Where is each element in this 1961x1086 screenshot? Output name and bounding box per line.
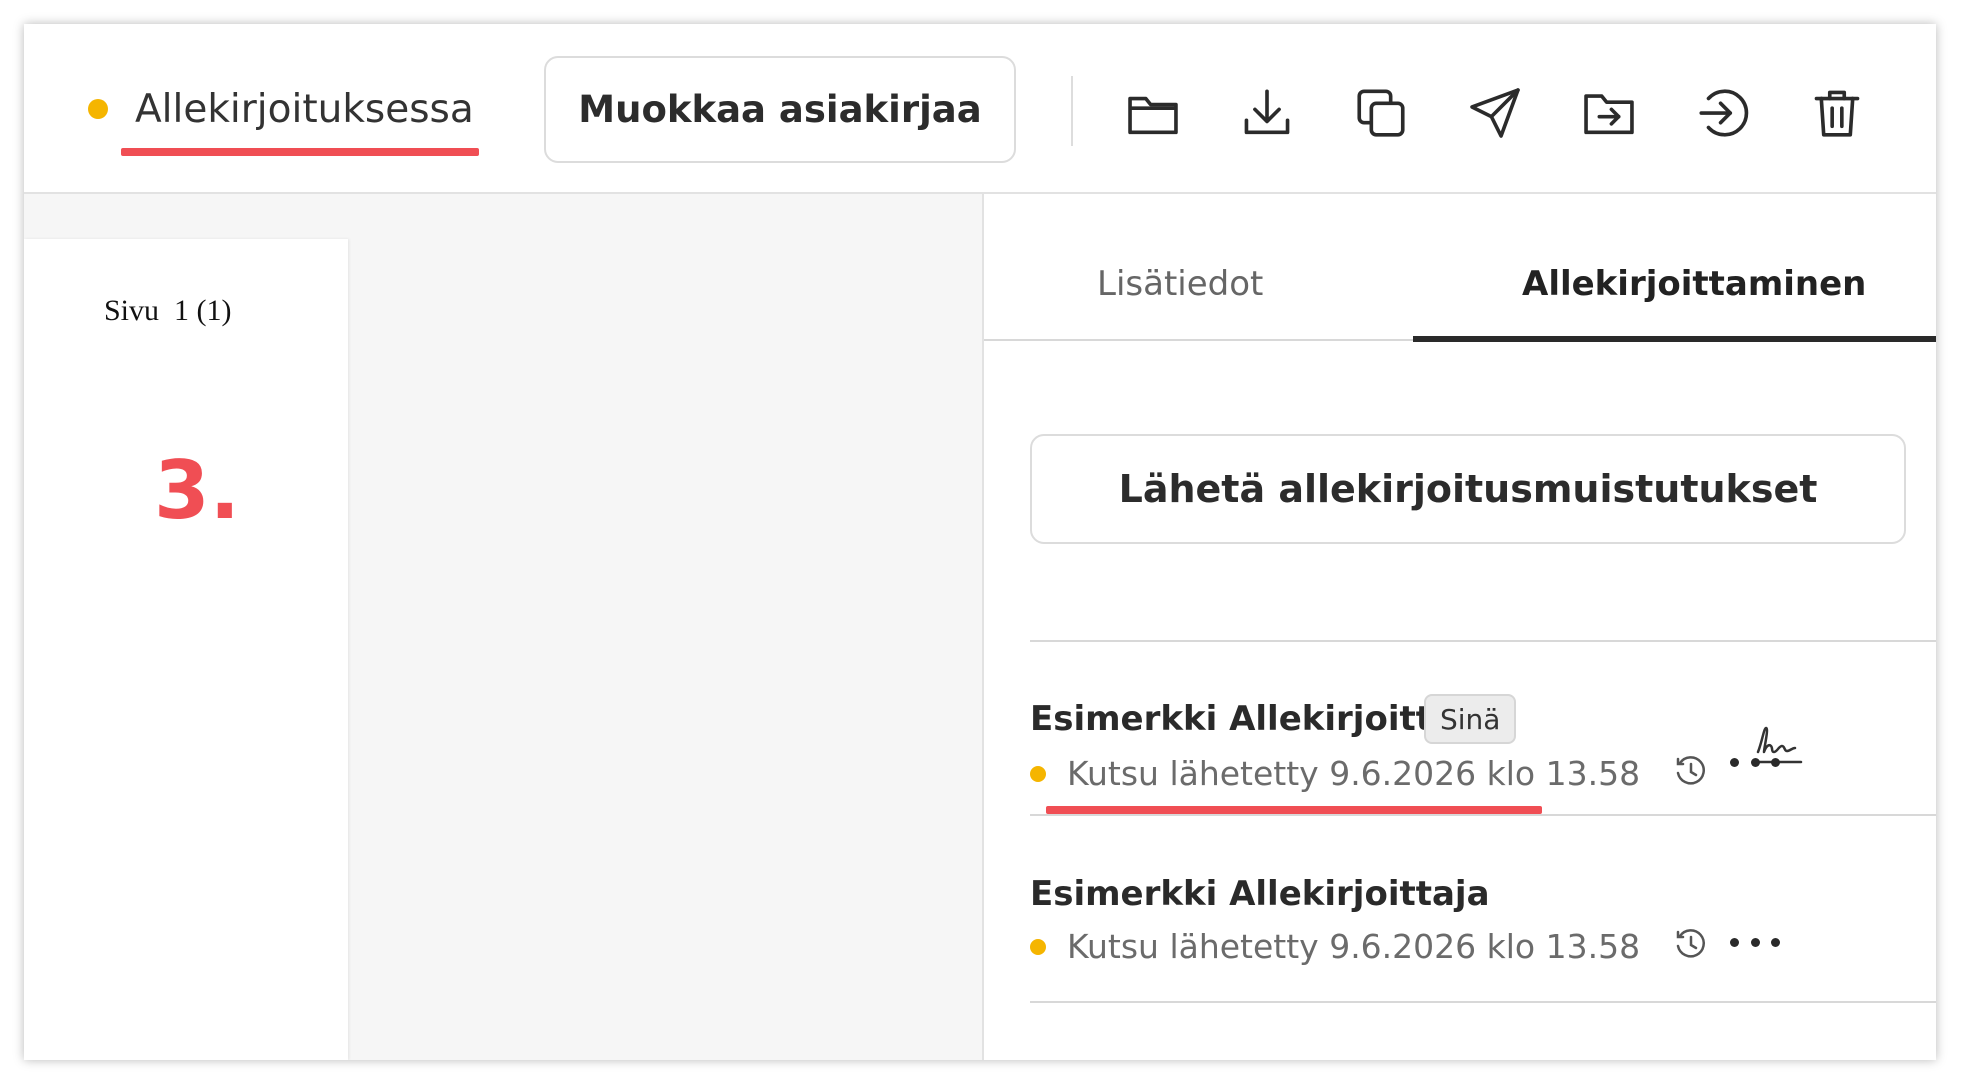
status-dot-icon xyxy=(1030,938,1046,955)
history-icon[interactable] xyxy=(1674,754,1708,788)
list-divider xyxy=(1030,640,1936,642)
app-window: Allekirjoituksessa Muokkaa asiakirjaa Si… xyxy=(24,24,1936,1060)
top-bar: Allekirjoituksessa Muokkaa asiakirjaa xyxy=(24,24,1936,194)
status-highlight-underline xyxy=(1046,806,1542,814)
signer-status: Kutsu lähetetty 9.6.2026 klo 13.58 xyxy=(1030,927,1640,966)
folder-icon[interactable] xyxy=(1122,82,1184,144)
history-icon[interactable] xyxy=(1674,927,1708,961)
move-to-folder-icon[interactable] xyxy=(1578,82,1640,144)
send-icon[interactable] xyxy=(1464,82,1526,144)
invitation-sent-text: Kutsu lähetetty 9.6.2026 klo 13.58 xyxy=(1067,927,1641,966)
send-reminders-button[interactable]: Lähetä allekirjoitusmuistutukset xyxy=(1030,434,1906,544)
copy-icon[interactable] xyxy=(1350,82,1412,144)
more-options-icon[interactable] xyxy=(1730,752,1780,772)
page-number-label: Sivu 1 (1) xyxy=(104,294,232,327)
trash-icon[interactable] xyxy=(1806,82,1868,144)
list-divider xyxy=(1030,814,1936,816)
status-dot-icon xyxy=(1030,765,1046,782)
download-icon[interactable] xyxy=(1236,82,1298,144)
you-badge: Sinä xyxy=(1424,694,1517,744)
signer-name: Esimerkki Allekirjoittaja xyxy=(1030,699,1490,739)
invitation-sent-text: Kutsu lähetetty 9.6.2026 klo 13.58 xyxy=(1067,754,1641,793)
tab-allekirjoittaminen[interactable]: Allekirjoittaminen xyxy=(1522,264,1866,304)
signer-name: Esimerkki Allekirjoittaja xyxy=(1030,874,1490,914)
signer-status: Kutsu lähetetty 9.6.2026 klo 13.58 xyxy=(1030,754,1640,793)
tab-lisatiedot[interactable]: Lisätiedot xyxy=(1097,264,1263,304)
toolbar-divider xyxy=(1071,76,1073,146)
edit-document-button[interactable]: Muokkaa asiakirjaa xyxy=(544,56,1016,163)
sign-in-icon[interactable] xyxy=(1692,82,1754,144)
document-status: Allekirjoituksessa xyxy=(88,84,474,134)
active-tab-indicator xyxy=(1413,336,1936,342)
signing-panel: Lisätiedot Allekirjoittaminen Lähetä all… xyxy=(982,194,1936,1060)
status-dot-icon xyxy=(88,99,108,119)
status-highlight-underline xyxy=(121,148,479,156)
document-page-thumbnail[interactable] xyxy=(24,239,348,1060)
status-label: Allekirjoituksessa xyxy=(135,86,474,132)
step-number-annotation: 3. xyxy=(154,444,241,537)
more-options-icon[interactable] xyxy=(1730,932,1780,952)
list-divider xyxy=(1030,1001,1936,1003)
